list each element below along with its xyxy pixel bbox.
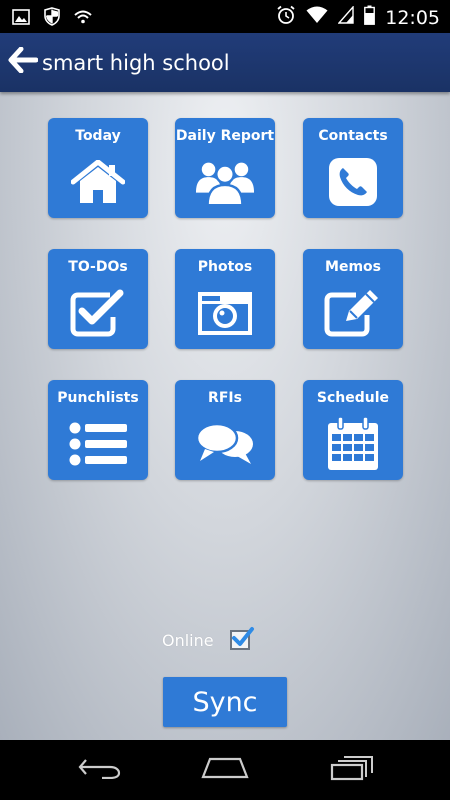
system-nav-bar — [0, 740, 450, 800]
alarm-icon — [276, 5, 296, 30]
shield-icon — [44, 7, 60, 31]
page-title: smart high school — [42, 50, 230, 75]
tile-label: RFIs — [208, 390, 242, 406]
camera-icon — [195, 285, 255, 341]
tile-label: Today — [75, 128, 121, 144]
tile-label: Photos — [197, 259, 253, 275]
tile-schedule[interactable]: Schedule — [303, 380, 403, 480]
home-icon — [68, 154, 128, 210]
tile-label: Punchlists — [57, 390, 139, 406]
tile-rfis[interactable]: RFIs — [175, 380, 275, 480]
app-bar: smart high school — [0, 33, 450, 92]
calendar-icon — [323, 416, 383, 472]
signal-icon — [337, 5, 354, 29]
svg-text:?: ? — [320, 18, 323, 24]
chat-icon — [195, 416, 255, 472]
checkbox-icon — [68, 285, 128, 341]
tile-daily-report[interactable]: Daily Report — [175, 118, 275, 218]
tile-label: TO-DOs — [68, 259, 128, 275]
tile-label: Memos — [325, 259, 381, 275]
home-nav-button[interactable] — [195, 754, 255, 786]
wifi-icon: ? — [306, 6, 328, 29]
online-toggle-row: Online — [162, 627, 254, 650]
back-button[interactable] — [4, 33, 42, 92]
tile-label: Contacts — [318, 128, 388, 144]
tile-photos[interactable]: Photos — [175, 249, 275, 349]
tile-to-dos[interactable]: TO-DOs — [48, 249, 148, 349]
back-nav-button[interactable] — [70, 754, 130, 786]
image-icon — [12, 8, 30, 30]
tile-label: Schedule — [316, 390, 390, 406]
back-nav-icon — [78, 757, 122, 784]
tile-punchlists[interactable]: Punchlists — [48, 380, 148, 480]
recents-nav-button[interactable] — [322, 754, 382, 786]
online-checkbox[interactable] — [229, 627, 254, 650]
recents-nav-icon — [330, 755, 374, 786]
status-time: 12:05 — [385, 6, 440, 29]
arrow-left-icon — [8, 46, 39, 78]
tile-memos[interactable]: Memos — [303, 249, 403, 349]
home-nav-icon — [201, 757, 249, 784]
list-icon — [68, 416, 128, 472]
sync-button[interactable]: Sync — [163, 677, 287, 727]
sync-icon — [74, 10, 92, 29]
status-bar: ? 12:05 — [0, 0, 450, 33]
group-icon — [195, 154, 255, 210]
online-label: Online — [162, 630, 214, 650]
checkmark-icon — [231, 627, 254, 646]
phone-icon — [323, 154, 383, 210]
battery-icon — [364, 5, 376, 30]
tile-label: Daily Report — [175, 128, 275, 144]
tile-today[interactable]: Today — [48, 118, 148, 218]
edit-icon — [323, 285, 383, 341]
tile-contacts[interactable]: Contacts — [303, 118, 403, 218]
